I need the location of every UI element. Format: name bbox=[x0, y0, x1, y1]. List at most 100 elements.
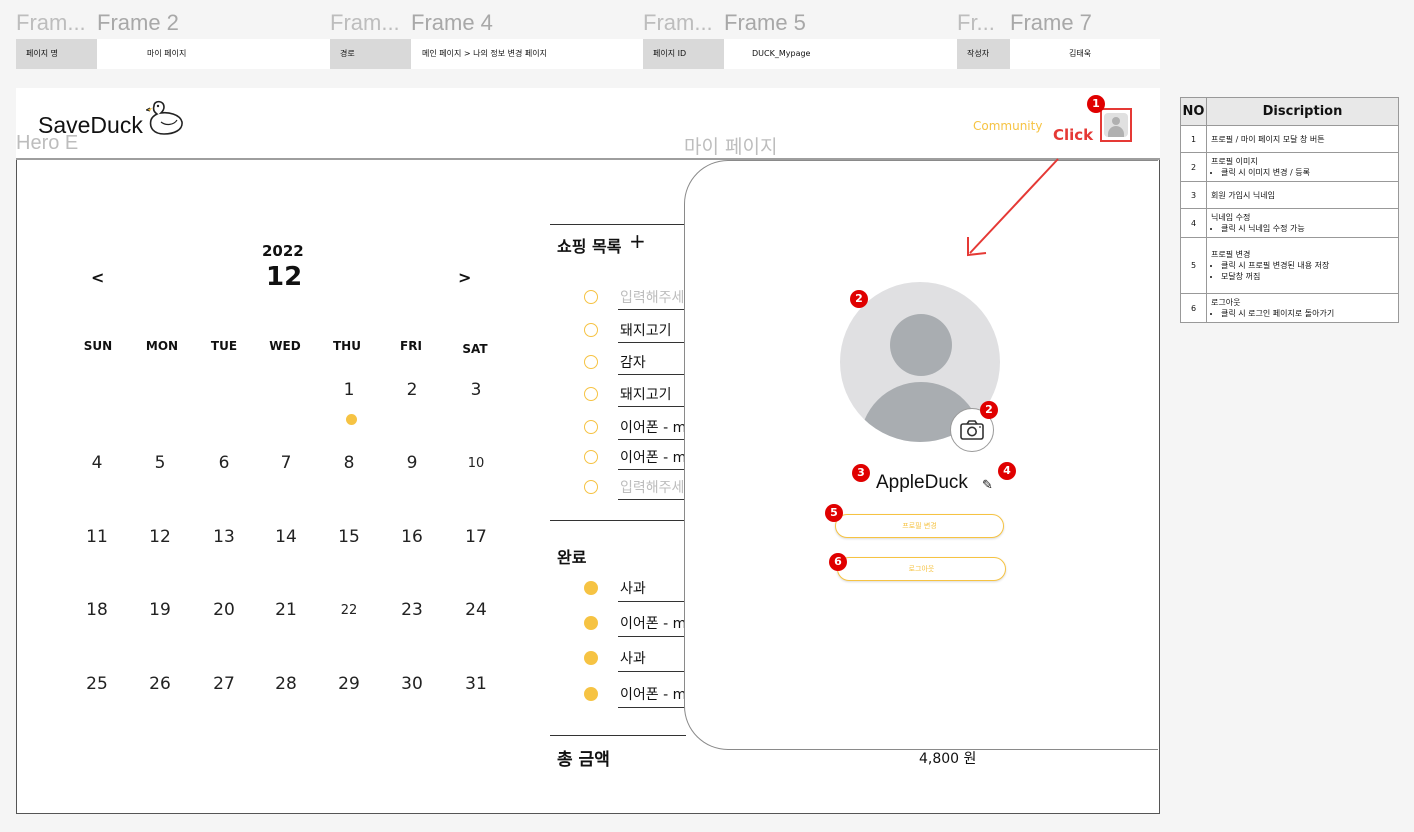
calendar-day[interactable]: 13 bbox=[204, 527, 244, 547]
item-underline bbox=[618, 406, 688, 407]
calendar-day[interactable]: 16 bbox=[392, 527, 432, 547]
frame-label-short: Fram... bbox=[643, 10, 713, 35]
path-value: 메인 페이지 > 나의 정보 변경 페이지 bbox=[422, 49, 547, 58]
row-number: 4 bbox=[1180, 208, 1207, 238]
item-checkbox[interactable] bbox=[584, 480, 598, 494]
mypage-label: 마이 페이지 bbox=[684, 136, 778, 158]
item-input[interactable]: 입력해주세 bbox=[620, 287, 684, 307]
calendar-day[interactable]: 11 bbox=[77, 527, 117, 547]
calendar-day[interactable]: 21 bbox=[266, 600, 306, 620]
path-key: 경로 bbox=[330, 39, 411, 69]
table-row: 3 회원 가입시 닉네임 bbox=[1180, 181, 1399, 209]
community-link[interactable]: Community bbox=[973, 119, 1042, 133]
calendar-day[interactable]: 28 bbox=[266, 674, 306, 694]
item-underline bbox=[618, 342, 688, 343]
calendar-day[interactable]: 26 bbox=[140, 674, 180, 694]
row-description: 프로필 / 마이 페이지 모달 창 버튼 bbox=[1206, 125, 1399, 153]
item-underline bbox=[618, 309, 688, 310]
table-row: 4닉네임 수정클릭 시 닉네임 수정 가능 bbox=[1180, 208, 1399, 238]
calendar-day[interactable]: 4 bbox=[77, 453, 117, 473]
calendar-month: 12 bbox=[266, 262, 303, 292]
item-checkbox-checked[interactable] bbox=[584, 687, 598, 701]
calendar-day[interactable]: 12 bbox=[140, 527, 180, 547]
edit-nickname-icon[interactable]: ✎ bbox=[982, 478, 993, 493]
calendar-day[interactable]: 5 bbox=[140, 453, 180, 473]
row-description: 회원 가입시 닉네임 bbox=[1206, 181, 1399, 209]
calendar-day[interactable]: 20 bbox=[204, 600, 244, 620]
page-id-key: 페이지 ID bbox=[643, 39, 724, 69]
page-name-key: 페이지 명 bbox=[16, 39, 97, 69]
row-number: 6 bbox=[1180, 293, 1207, 323]
calendar-day[interactable]: 29 bbox=[329, 674, 369, 694]
item-input[interactable]: 입력해주세 bbox=[620, 477, 684, 497]
frame-label: Frame 4 bbox=[411, 10, 493, 35]
calendar-day[interactable]: 1 bbox=[329, 380, 369, 400]
calendar-day[interactable]: 30 bbox=[392, 674, 432, 694]
row-title: 회원 가입시 닉네임 bbox=[1211, 190, 1275, 200]
profile-change-button[interactable]: 프로필 변경 bbox=[835, 514, 1004, 538]
calendar-day[interactable]: 19 bbox=[140, 600, 180, 620]
calendar-day[interactable]: 22 bbox=[329, 603, 369, 618]
item-checkbox-checked[interactable] bbox=[584, 616, 598, 630]
item-checkbox-checked[interactable] bbox=[584, 581, 598, 595]
item-checkbox[interactable] bbox=[584, 355, 598, 369]
row-description: 프로필 이미지클릭 시 이미지 변경 / 등록 bbox=[1206, 152, 1399, 182]
frame-label: Frame 5 bbox=[724, 10, 806, 35]
item-label: 사과 bbox=[620, 651, 646, 667]
total-label: 총 금액 bbox=[557, 750, 610, 770]
annotation-badge-2: 2 bbox=[850, 290, 868, 308]
page-name-value: 마이 페이지 bbox=[147, 49, 187, 58]
app-header: SaveDuck Community Click bbox=[16, 88, 1160, 160]
frame-label-short: Fram... bbox=[330, 10, 400, 35]
row-bullet: 클릭 시 로그인 페이지로 돌아가기 bbox=[1221, 308, 1394, 319]
item-underline bbox=[618, 671, 688, 672]
calendar-day[interactable]: 10 bbox=[456, 456, 496, 471]
total-value: 4,800 원 bbox=[919, 751, 977, 767]
calendar-day[interactable]: 27 bbox=[204, 674, 244, 694]
item-checkbox[interactable] bbox=[584, 290, 598, 304]
row-bullet: 클릭 시 닉네임 수정 가능 bbox=[1221, 223, 1394, 234]
item-checkbox-checked[interactable] bbox=[584, 651, 598, 665]
calendar-day[interactable]: 3 bbox=[456, 380, 496, 400]
next-month-button[interactable]: > bbox=[458, 268, 471, 287]
calendar-day[interactable]: 15 bbox=[329, 527, 369, 547]
annotation-badge-1: 1 bbox=[1087, 95, 1105, 113]
annotation-badge-3: 3 bbox=[852, 464, 870, 482]
row-number: 1 bbox=[1180, 125, 1207, 153]
calendar-day[interactable]: 7 bbox=[266, 453, 306, 473]
table-header-desc: Discription bbox=[1206, 97, 1399, 126]
item-checkbox[interactable] bbox=[584, 450, 598, 464]
item-label: 사과 bbox=[620, 581, 646, 597]
calendar-day[interactable]: 2 bbox=[392, 380, 432, 400]
user-icon bbox=[1104, 113, 1128, 137]
calendar-day[interactable]: 6 bbox=[204, 453, 244, 473]
item-checkbox[interactable] bbox=[584, 387, 598, 401]
item-checkbox[interactable] bbox=[584, 323, 598, 337]
event-dot bbox=[346, 414, 357, 425]
calendar-day[interactable]: 31 bbox=[456, 674, 496, 694]
calendar-day[interactable]: 24 bbox=[456, 600, 496, 620]
calendar-day[interactable]: 8 bbox=[329, 453, 369, 473]
add-item-button[interactable]: + bbox=[629, 229, 646, 253]
logout-button[interactable]: 로그아웃 bbox=[837, 557, 1006, 581]
item-checkbox[interactable] bbox=[584, 420, 598, 434]
calendar-day[interactable]: 25 bbox=[77, 674, 117, 694]
calendar-day[interactable]: 23 bbox=[392, 600, 432, 620]
calendar-day[interactable]: 14 bbox=[266, 527, 306, 547]
weekday-label: TUE bbox=[210, 339, 238, 353]
divider bbox=[550, 224, 686, 225]
calendar-day[interactable]: 18 bbox=[77, 600, 117, 620]
table-row: 6로그아웃클릭 시 로그인 페이지로 돌아가기 bbox=[1180, 293, 1399, 323]
hero-label: Hero E bbox=[16, 132, 79, 154]
calendar-day[interactable]: 17 bbox=[456, 527, 496, 547]
calendar-day[interactable]: 9 bbox=[392, 453, 432, 473]
item-underline bbox=[618, 636, 688, 637]
prev-month-button[interactable]: < bbox=[91, 268, 104, 287]
duck-logo-icon bbox=[146, 100, 183, 135]
weekday-label: MON bbox=[145, 339, 179, 353]
item-label: 이어폰 - m bbox=[620, 420, 684, 436]
row-description: 프로필 변경클릭 시 프로필 변경된 내용 저장모달창 꺼짐 bbox=[1206, 237, 1399, 294]
annotation-arrow bbox=[967, 158, 1059, 257]
profile-button[interactable] bbox=[1100, 108, 1132, 142]
row-bullet: 클릭 시 이미지 변경 / 등록 bbox=[1221, 167, 1394, 178]
